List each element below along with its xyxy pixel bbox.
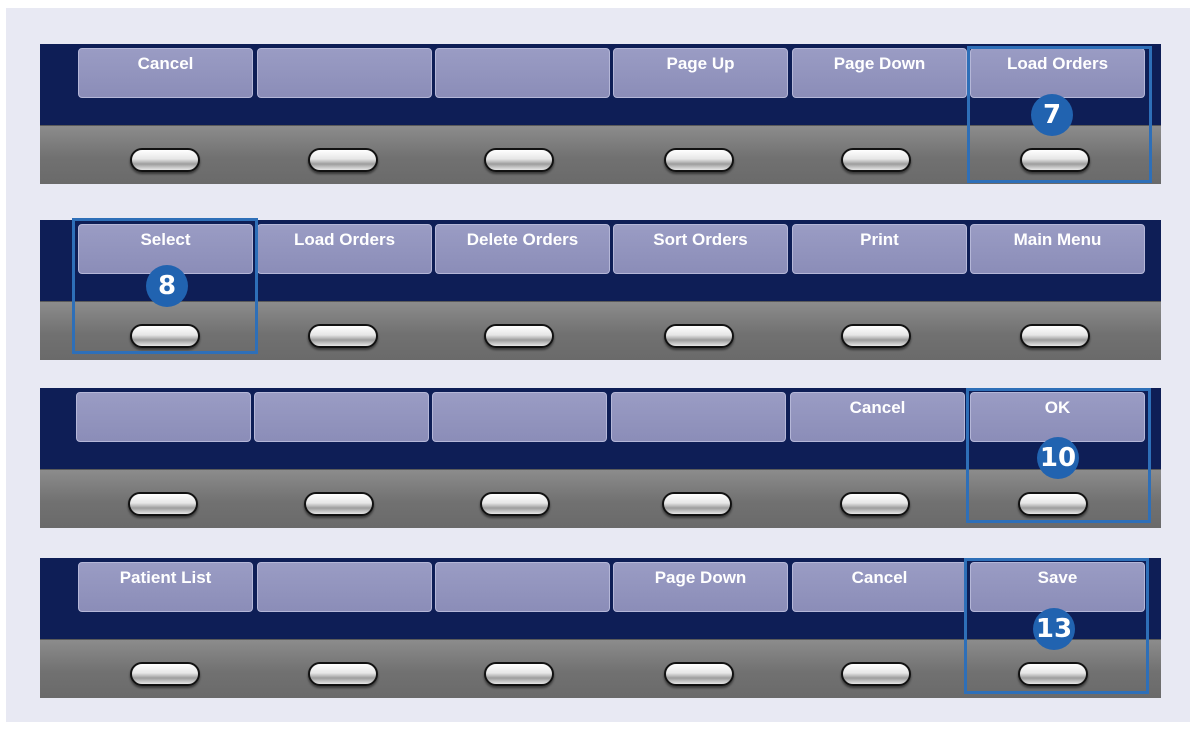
hardware-button-2[interactable] (308, 324, 378, 348)
hardware-button-5[interactable] (841, 148, 911, 172)
softkey-2[interactable] (257, 48, 432, 98)
softkey-1[interactable] (76, 392, 251, 442)
softkey-6[interactable]: Main Menu (970, 224, 1145, 274)
hardware-button-5[interactable] (840, 492, 910, 516)
hardware-button-4[interactable] (664, 148, 734, 172)
step-badge-7: 7 (1031, 94, 1073, 136)
step-badge-10: 10 (1037, 437, 1079, 479)
softkey-3[interactable] (435, 562, 610, 612)
hardware-button-2[interactable] (308, 148, 378, 172)
hardware-button-3[interactable] (480, 492, 550, 516)
step-badge-8: 8 (146, 265, 188, 307)
softkey-4[interactable]: Page Up (613, 48, 788, 98)
softkey-2[interactable] (257, 562, 432, 612)
softkey-3[interactable]: Delete Orders (435, 224, 610, 274)
softkey-4[interactable]: Page Down (613, 562, 788, 612)
hardware-button-2[interactable] (304, 492, 374, 516)
hardware-button-5[interactable] (841, 662, 911, 686)
softkey-5[interactable]: Print (792, 224, 967, 274)
hardware-button-6[interactable] (1020, 324, 1090, 348)
softkey-3[interactable] (432, 392, 607, 442)
hardware-button-1[interactable] (128, 492, 198, 516)
softkey-5[interactable]: Cancel (790, 392, 965, 442)
hardware-button-2[interactable] (308, 662, 378, 686)
step-badge-13: 13 (1033, 608, 1075, 650)
softkey-5[interactable]: Page Down (792, 48, 967, 98)
hardware-button-1[interactable] (130, 662, 200, 686)
hardware-button-4[interactable] (664, 324, 734, 348)
softkey-2[interactable]: Load Orders (257, 224, 432, 274)
softkey-2[interactable] (254, 392, 429, 442)
hardware-button-3[interactable] (484, 324, 554, 348)
hardware-button-3[interactable] (484, 662, 554, 686)
softkey-4[interactable]: Sort Orders (613, 224, 788, 274)
hardware-button-1[interactable] (130, 148, 200, 172)
hardware-button-4[interactable] (662, 492, 732, 516)
softkey-1[interactable]: Cancel (78, 48, 253, 98)
softkey-3[interactable] (435, 48, 610, 98)
hardware-button-3[interactable] (484, 148, 554, 172)
softkey-1[interactable]: Patient List (78, 562, 253, 612)
hardware-button-5[interactable] (841, 324, 911, 348)
softkey-4[interactable] (611, 392, 786, 442)
hardware-button-4[interactable] (664, 662, 734, 686)
softkey-5[interactable]: Cancel (792, 562, 967, 612)
